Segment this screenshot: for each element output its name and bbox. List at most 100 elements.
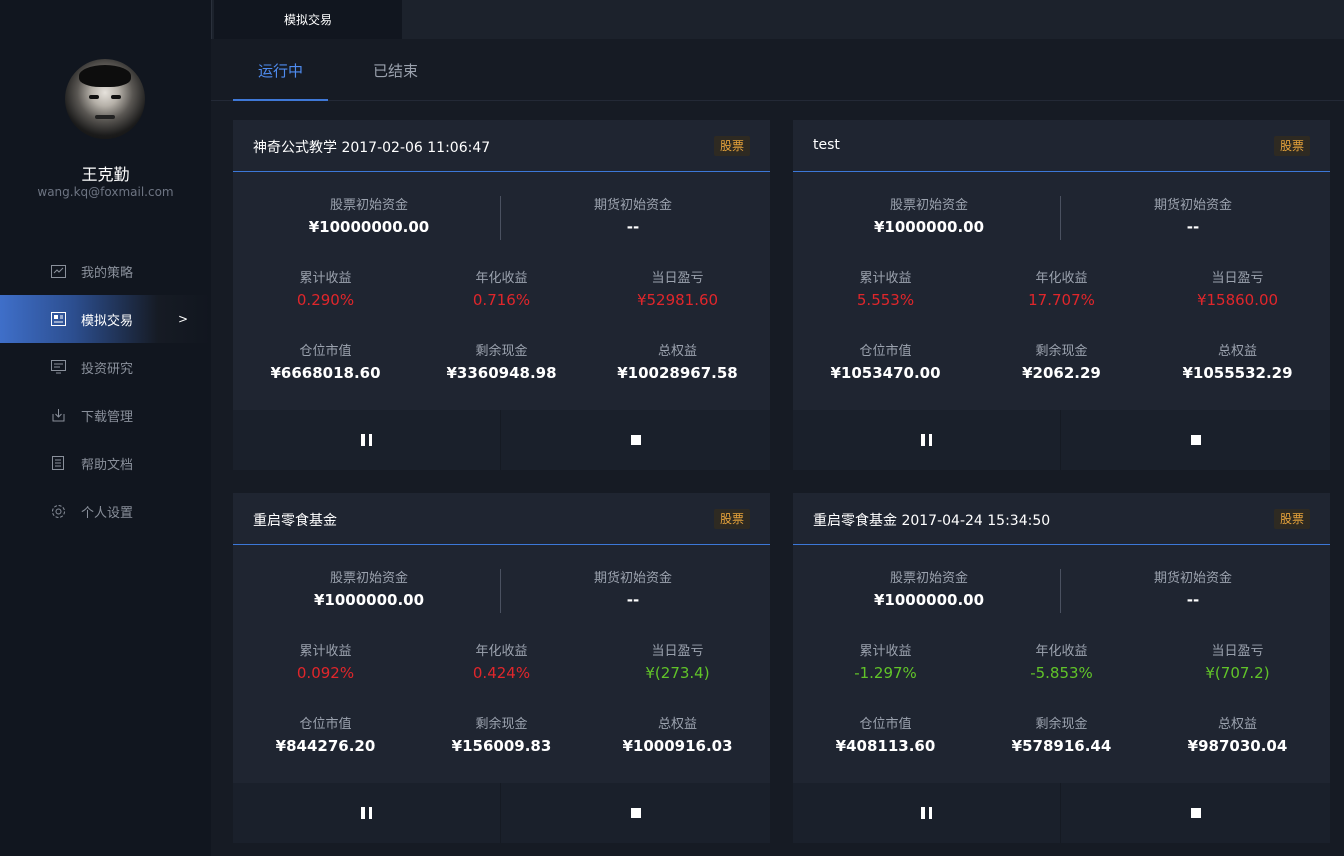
stop-button[interactable] — [502, 783, 770, 843]
sidebar-item-label: 下载管理 — [81, 409, 134, 425]
total-equity-label: 总权益 — [1217, 717, 1257, 732]
daily-pnl-label: 当日盈亏 — [651, 644, 704, 659]
daily-pnl: 当日盈亏 ¥52981.60 — [585, 269, 770, 311]
futures-initial-label: 期货初始资金 — [593, 198, 672, 213]
annualized-return-value: 0.716% — [472, 291, 531, 309]
returns-row: 累计收益 0.290% 年化收益 0.716% 当日盈亏 ¥52981.60 — [233, 269, 770, 315]
position-value: 仓位市值 ¥6668018.60 — [233, 342, 418, 384]
pause-icon — [921, 807, 932, 819]
market-type-badge: 股票 — [1273, 136, 1310, 156]
stop-button[interactable] — [1062, 783, 1330, 843]
total-equity-amount: ¥10028967.58 — [617, 364, 738, 382]
annualized-return-label: 年化收益 — [475, 271, 528, 286]
sidebar-item-label: 帮助文档 — [81, 457, 134, 473]
cumulative-return-value: 5.553% — [856, 291, 915, 309]
sidebar-item-research[interactable]: 投资研究 — [0, 343, 211, 391]
pause-button[interactable] — [233, 410, 501, 470]
sidebar-item-simulated-trading[interactable]: 模拟交易 > — [0, 295, 211, 343]
daily-pnl-label: 当日盈亏 — [651, 271, 704, 286]
user-name: 王克勤 — [81, 165, 130, 184]
total-equity-amount: ¥1000916.03 — [622, 737, 733, 755]
returns-row: 累计收益 5.553% 年化收益 17.707% 当日盈亏 ¥15860.00 — [793, 269, 1330, 315]
sidebar-item-label: 投资研究 — [81, 361, 134, 377]
initial-capital-row: 股票初始资金 ¥10000000.00 期货初始资金 -- — [233, 196, 770, 242]
annualized-return: 年化收益 0.716% — [409, 269, 594, 311]
card-controls — [793, 410, 1330, 470]
position-value-amount: ¥1053470.00 — [830, 364, 941, 382]
tab-ended[interactable]: 已结束 — [348, 39, 443, 101]
divider — [1060, 569, 1061, 613]
card-controls — [233, 783, 770, 843]
remaining-cash-amount: ¥156009.83 — [451, 737, 552, 755]
market-type-badge: 股票 — [713, 136, 750, 156]
document-icon — [50, 455, 66, 471]
annualized-return-label: 年化收益 — [1035, 271, 1088, 286]
futures-initial-capital: 期货初始资金 -- — [1077, 569, 1309, 611]
cumulative-return: 累计收益 0.290% — [233, 269, 418, 311]
user-email: wang.kq@foxmail.com — [37, 185, 174, 199]
pause-button[interactable] — [793, 410, 1061, 470]
pause-button[interactable] — [233, 783, 501, 843]
stock-initial-value: ¥1000000.00 — [873, 218, 985, 236]
pause-icon — [921, 434, 932, 446]
sidebar-item-my-strategy[interactable]: 我的策略 — [0, 247, 211, 295]
stop-button[interactable] — [502, 410, 770, 470]
total-equity-amount: ¥987030.04 — [1187, 737, 1288, 755]
annualized-return-value: 17.707% — [1028, 291, 1095, 309]
futures-initial-value: -- — [626, 591, 640, 609]
remaining-cash-amount: ¥3360948.98 — [446, 364, 557, 382]
position-value-amount: ¥844276.20 — [275, 737, 376, 755]
daily-pnl: 当日盈亏 ¥(273.4) — [585, 642, 770, 684]
strategy-icon — [50, 263, 66, 279]
stock-initial-capital: 股票初始资金 ¥1000000.00 — [253, 569, 485, 611]
tab-running[interactable]: 运行中 — [233, 39, 328, 101]
annualized-return-label: 年化收益 — [1035, 644, 1088, 659]
stock-initial-capital: 股票初始资金 ¥10000000.00 — [253, 196, 485, 238]
tab-simulated-trading[interactable]: 模拟交易 — [214, 0, 402, 39]
stop-button[interactable] — [1062, 410, 1330, 470]
remaining-cash: 剩余现金 ¥3360948.98 — [409, 342, 594, 384]
strategy-card: 神奇公式教学 2017-02-06 11:06:47 股票 股票初始资金 ¥10… — [233, 120, 770, 470]
stock-initial-value: ¥10000000.00 — [308, 218, 430, 236]
sidebar-item-help-docs[interactable]: 帮助文档 — [0, 439, 211, 487]
annualized-return: 年化收益 -5.853% — [969, 642, 1154, 684]
sidebar-item-download[interactable]: 下载管理 — [0, 391, 211, 439]
initial-capital-row: 股票初始资金 ¥1000000.00 期货初始资金 -- — [233, 569, 770, 615]
stock-initial-label: 股票初始资金 — [329, 198, 408, 213]
holdings-row: 仓位市值 ¥1053470.00 剩余现金 ¥2062.29 总权益 ¥1055… — [793, 342, 1330, 388]
pause-button[interactable] — [793, 783, 1061, 843]
avatar[interactable] — [65, 59, 145, 139]
card-header: 神奇公式教学 2017-02-06 11:06:47 股票 — [233, 120, 770, 172]
sidebar: 王克勤 wang.kq@foxmail.com 我的策略 模拟交易 > 投资研究 — [0, 0, 211, 856]
daily-pnl-value: ¥52981.60 — [636, 291, 719, 309]
annualized-return: 年化收益 0.424% — [409, 642, 594, 684]
stock-initial-value: ¥1000000.00 — [873, 591, 985, 609]
remaining-cash: 剩余现金 ¥156009.83 — [409, 715, 594, 757]
returns-row: 累计收益 -1.297% 年化收益 -5.853% 当日盈亏 ¥(707.2) — [793, 642, 1330, 688]
cumulative-return-label: 累计收益 — [299, 644, 352, 659]
sidebar-nav: 我的策略 模拟交易 > 投资研究 下载管理 帮助文档 个人设置 — [0, 247, 211, 535]
position-value: 仓位市值 ¥408113.60 — [793, 715, 978, 757]
stop-icon — [1191, 435, 1201, 445]
cumulative-return-value: -1.297% — [854, 664, 917, 682]
annualized-return-value: 0.424% — [472, 664, 531, 682]
sidebar-item-settings[interactable]: 个人设置 — [0, 487, 211, 535]
position-value-label: 仓位市值 — [299, 344, 352, 359]
pause-icon — [361, 434, 372, 446]
card-title[interactable]: 重启零食基金 2017-04-24 15:34:50 — [813, 510, 1050, 530]
futures-initial-label: 期货初始资金 — [1153, 198, 1232, 213]
futures-initial-value: -- — [1186, 218, 1200, 236]
cumulative-return-value: 0.290% — [296, 291, 355, 309]
remaining-cash-label: 剩余现金 — [475, 344, 528, 359]
download-icon — [50, 407, 66, 423]
card-title[interactable]: 重启零食基金 — [253, 510, 337, 530]
stock-initial-label: 股票初始资金 — [889, 198, 968, 213]
cumulative-return: 累计收益 -1.297% — [793, 642, 978, 684]
card-header: test 股票 — [793, 120, 1330, 172]
market-type-badge: 股票 — [1273, 509, 1310, 529]
daily-pnl: 当日盈亏 ¥15860.00 — [1145, 269, 1330, 311]
cumulative-return: 累计收益 5.553% — [793, 269, 978, 311]
sidebar-item-label: 我的策略 — [81, 265, 134, 281]
card-title[interactable]: test — [813, 137, 840, 153]
card-title[interactable]: 神奇公式教学 2017-02-06 11:06:47 — [253, 137, 490, 157]
